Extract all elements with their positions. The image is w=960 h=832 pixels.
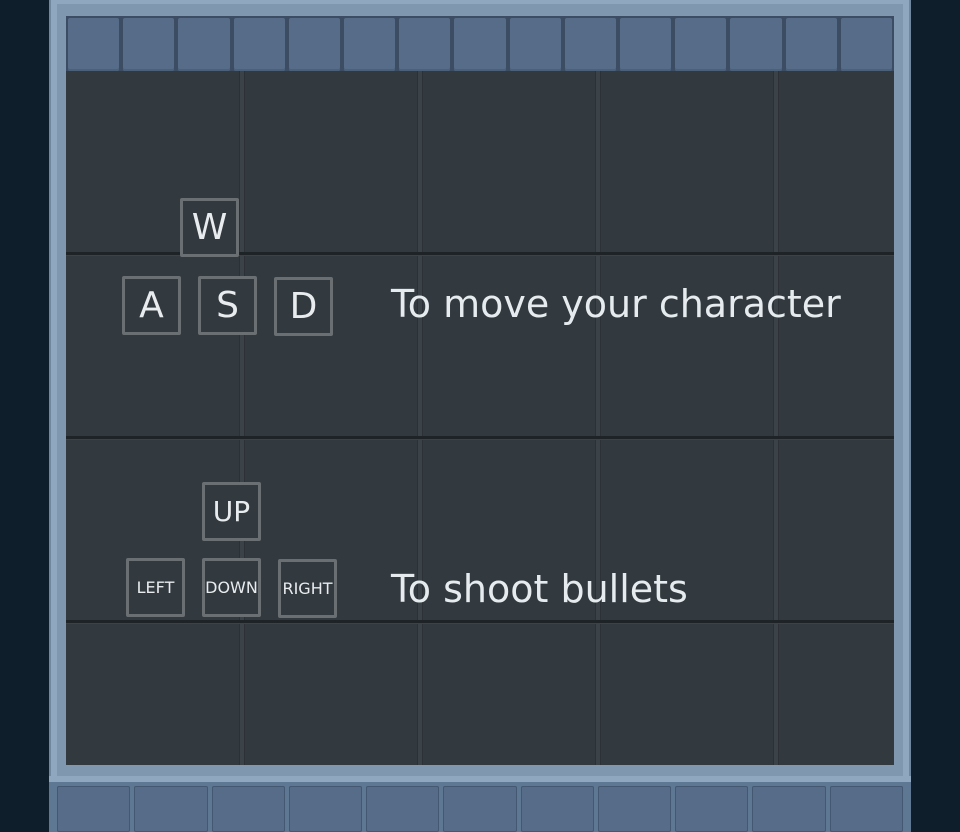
wall-tile [399, 18, 451, 71]
key-left: LEFT [126, 558, 185, 617]
wall-tile [840, 18, 893, 71]
wall-tile [564, 18, 617, 71]
floor-seam [66, 436, 894, 439]
floor-seam [418, 71, 422, 765]
key-right: RIGHT [278, 559, 337, 618]
wall-tile [288, 18, 341, 71]
wall-tile [454, 18, 506, 71]
wall-tile [509, 18, 561, 71]
wall-tile [211, 786, 285, 832]
wall-tile [57, 786, 131, 832]
wall-tile [123, 18, 175, 71]
shooting-caption: To shoot bullets [391, 567, 688, 611]
wall-tile [344, 18, 396, 71]
floor [66, 71, 894, 765]
wall-tile [443, 786, 517, 832]
wall-tile [366, 786, 440, 832]
wall-tile [730, 18, 782, 71]
key-s: S [198, 276, 257, 335]
top-wall [66, 16, 894, 71]
floor-seam [774, 71, 778, 765]
wall-tile [288, 786, 363, 832]
key-down: DOWN [202, 558, 261, 617]
wall-tile [829, 786, 903, 832]
wall-tile [134, 786, 208, 832]
movement-caption: To move your character [391, 282, 841, 326]
wall-tile [675, 786, 749, 832]
wall-tile [68, 18, 120, 71]
wall-tile [233, 18, 285, 71]
wall-tile [675, 18, 727, 71]
floor-seam [66, 620, 894, 623]
wall-tile [597, 786, 672, 832]
wall-tile [620, 18, 672, 71]
wall-tile [178, 18, 230, 71]
wall-tile [785, 18, 837, 71]
wall-tile [752, 786, 826, 832]
key-up: UP [202, 482, 261, 541]
key-d: D [274, 277, 333, 336]
floor-seam [240, 71, 244, 765]
bottom-wall [49, 776, 911, 832]
key-a: A [122, 276, 181, 335]
floor-seam [596, 71, 600, 765]
key-w: W [180, 198, 239, 257]
wall-tile [520, 786, 594, 832]
